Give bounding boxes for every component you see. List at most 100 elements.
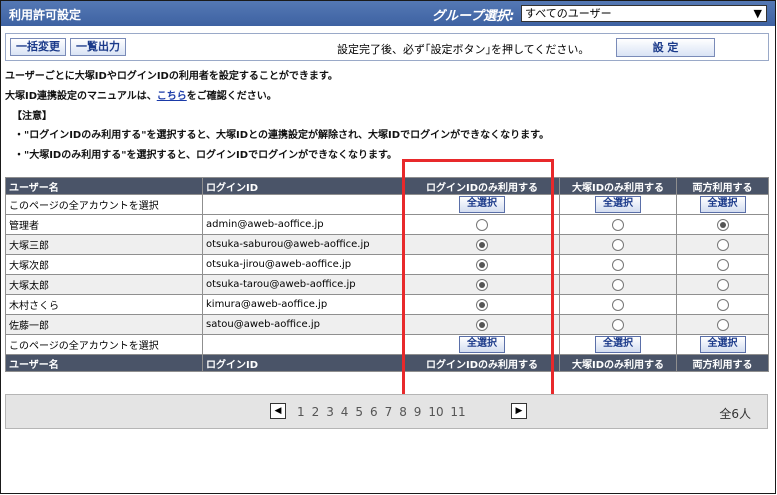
select-all-button[interactable]: 全選択 bbox=[699, 336, 746, 353]
select-all-label: このページの全アカウントを選択 bbox=[5, 194, 203, 215]
caution-note-2: ・"大塚IDのみ利用する"を選択すると、ログインIDでログインができなくなります… bbox=[14, 150, 398, 161]
user-name: 佐藤一郎 bbox=[5, 314, 203, 335]
column-header: ユーザー名 bbox=[5, 354, 203, 372]
chevron-down-icon[interactable]: ▼ bbox=[754, 6, 762, 21]
page-number[interactable]: 2 bbox=[312, 405, 320, 419]
user-name: 大塚太郎 bbox=[5, 274, 203, 295]
page-number[interactable]: 11 bbox=[450, 405, 465, 419]
select-all-cell: 全選択 bbox=[559, 194, 677, 215]
login-id: satou@aweb-aoffice.jp bbox=[202, 314, 405, 335]
table-row: 大塚三郎 otsuka-saburou@aweb-aoffice.jp bbox=[5, 234, 769, 255]
radio-button[interactable] bbox=[612, 258, 624, 271]
radio-cell bbox=[559, 234, 677, 255]
radio-button[interactable] bbox=[716, 238, 729, 251]
select-all-cell: 全選択 bbox=[676, 194, 769, 215]
radio-cell bbox=[676, 314, 769, 335]
table-row: 大塚次郎 otsuka-jirou@aweb-aoffice.jp bbox=[5, 254, 769, 275]
page-number[interactable]: 10 bbox=[428, 405, 443, 419]
user-name: 大塚次郎 bbox=[5, 254, 203, 275]
radio-cell bbox=[559, 314, 677, 335]
radio-button[interactable] bbox=[612, 218, 624, 231]
select-all-cell: 全選択 bbox=[676, 334, 769, 355]
manual-text-post: をご確認ください。 bbox=[186, 91, 277, 102]
column-header: ログインID bbox=[202, 354, 405, 372]
radio-button[interactable] bbox=[612, 298, 624, 311]
select-all-cell: 全選択 bbox=[559, 334, 677, 355]
radio-cell bbox=[676, 214, 769, 235]
title-bar: 利用許可設定 グループ選択: すべてのユーザー ▼ bbox=[1, 1, 775, 26]
manual-text-pre: 大塚ID連携設定のマニュアルは、 bbox=[5, 91, 157, 102]
empty-cell bbox=[202, 334, 405, 355]
page-title: 利用許可設定 bbox=[9, 8, 82, 22]
table-row: 木村さくら kimura@aweb-aoffice.jp bbox=[5, 294, 769, 315]
radio-cell bbox=[559, 254, 677, 275]
save-notice: 設定完了後、必ず｢設定ボタン｣を押してください。 bbox=[337, 43, 590, 56]
pagination: ◀ 1 2 3 4 5 6 7 8 9 10 11 ▶ 全6人 bbox=[5, 394, 768, 429]
column-header: ログインID bbox=[202, 177, 405, 195]
toolbar: 一括変更 一覧出力 設定完了後、必ず｢設定ボタン｣を押してください。 設 定 bbox=[5, 33, 769, 61]
select-all-button[interactable]: 全選択 bbox=[595, 196, 641, 213]
caution-note-1: ・"ログインIDのみ利用する"を選択すると、大塚IDとの連携設定が解除され、大塚… bbox=[14, 130, 550, 141]
radio-cell bbox=[559, 274, 677, 295]
login-id: otsuka-tarou@aweb-aoffice.jp bbox=[202, 274, 405, 295]
radio-button[interactable] bbox=[716, 258, 729, 271]
login-id: otsuka-jirou@aweb-aoffice.jp bbox=[202, 254, 405, 275]
radio-cell bbox=[676, 294, 769, 315]
user-name: 管理者 bbox=[5, 214, 203, 235]
caution-heading: 【注意】 bbox=[12, 111, 52, 122]
radio-button[interactable] bbox=[716, 298, 729, 311]
page-number[interactable]: 8 bbox=[399, 405, 407, 419]
radio-button[interactable] bbox=[716, 278, 729, 291]
table-row: 佐藤一郎 satou@aweb-aoffice.jp bbox=[5, 314, 769, 335]
page-number[interactable]: 3 bbox=[326, 405, 334, 419]
select-all-button[interactable]: 全選択 bbox=[595, 336, 641, 353]
group-select-label: グループ選択: bbox=[432, 9, 515, 24]
list-output-button[interactable]: 一覧出力 bbox=[70, 38, 126, 56]
column-header: ユーザー名 bbox=[5, 177, 203, 195]
radio-cell bbox=[559, 294, 677, 315]
empty-cell bbox=[202, 194, 405, 215]
column-header: 大塚IDのみ利用する bbox=[559, 177, 677, 195]
page-number[interactable]: 5 bbox=[355, 405, 363, 419]
login-id: otsuka-saburou@aweb-aoffice.jp bbox=[202, 234, 405, 255]
radio-button[interactable] bbox=[612, 278, 624, 291]
select-all-row-top: このページの全アカウントを選択 全選択 全選択 全選択 bbox=[5, 194, 769, 215]
page-number[interactable]: 9 bbox=[414, 405, 422, 419]
radio-cell bbox=[676, 274, 769, 295]
table-row: 大塚太郎 otsuka-tarou@aweb-aoffice.jp bbox=[5, 274, 769, 295]
radio-button[interactable] bbox=[716, 218, 729, 231]
page-number[interactable]: 4 bbox=[341, 405, 349, 419]
table-header-bottom: ユーザー名 ログインID ログインIDのみ利用する 大塚IDのみ利用する 両方利用する bbox=[5, 354, 769, 372]
column-header: 両方利用する bbox=[676, 354, 769, 372]
table-header-top: ユーザー名 ログインID ログインIDのみ利用する 大塚IDのみ利用する 両方利用する bbox=[5, 177, 769, 195]
select-all-label: このページの全アカウントを選択 bbox=[5, 334, 203, 355]
radio-button[interactable] bbox=[612, 318, 624, 331]
radio-cell bbox=[559, 214, 677, 235]
radio-button[interactable] bbox=[716, 318, 729, 331]
user-name: 木村さくら bbox=[5, 294, 203, 315]
info-line-1: ユーザーごとに大塚IDやログインIDの利用者を設定することができます。 bbox=[5, 71, 338, 82]
set-button[interactable]: 設 定 bbox=[616, 38, 715, 57]
column-header: 大塚IDのみ利用する bbox=[559, 354, 677, 372]
highlight-box bbox=[402, 159, 554, 403]
group-select-value: すべてのユーザー bbox=[525, 7, 612, 20]
manual-link[interactable]: こちら bbox=[157, 91, 187, 102]
page-number[interactable]: 6 bbox=[370, 405, 378, 419]
select-all-row-bottom: このページの全アカウントを選択 全選択 全選択 全選択 bbox=[5, 334, 769, 355]
select-all-button[interactable]: 全選択 bbox=[699, 196, 746, 213]
login-id: kimura@aweb-aoffice.jp bbox=[202, 294, 405, 315]
page-number[interactable]: 7 bbox=[385, 405, 393, 419]
next-page-icon[interactable]: ▶ bbox=[511, 403, 527, 419]
column-header: 両方利用する bbox=[676, 177, 769, 195]
radio-cell bbox=[676, 254, 769, 275]
radio-button[interactable] bbox=[612, 238, 624, 251]
bulk-change-button[interactable]: 一括変更 bbox=[10, 38, 66, 56]
page-number[interactable]: 1 bbox=[297, 405, 305, 419]
table-row: 管理者 admin@aweb-aoffice.jp bbox=[5, 214, 769, 235]
radio-cell bbox=[676, 234, 769, 255]
group-select-dropdown[interactable]: すべてのユーザー ▼ bbox=[521, 5, 767, 22]
user-name: 大塚三郎 bbox=[5, 234, 203, 255]
login-id: admin@aweb-aoffice.jp bbox=[202, 214, 405, 235]
prev-page-icon[interactable]: ◀ bbox=[270, 403, 286, 419]
total-users: 全6人 bbox=[719, 407, 751, 421]
